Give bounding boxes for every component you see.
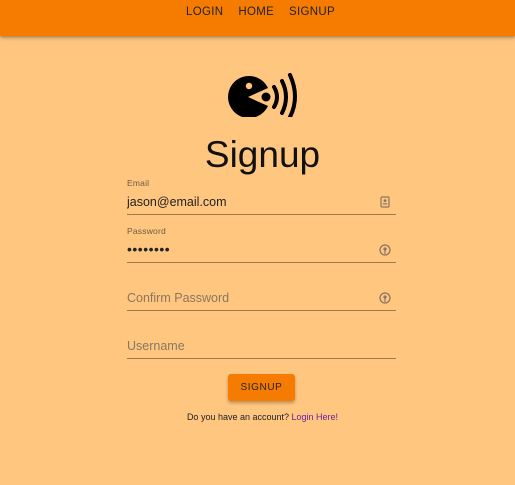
contact-card-icon[interactable]: [379, 196, 391, 208]
top-nav: LOGIN HOME SIGNUP: [186, 6, 335, 18]
login-prompt: Do you have an account? Login Here!: [0, 412, 515, 422]
password-label: Password: [127, 226, 166, 236]
email-field[interactable]: Email: [127, 177, 396, 215]
email-input[interactable]: [127, 194, 372, 210]
sound-wave-3: [288, 73, 297, 117]
page-title: Signup: [204, 134, 321, 175]
login-prompt-text: Do you have an account?: [186, 412, 290, 422]
sound-wave-2: [280, 79, 288, 115]
username-field[interactable]: Username: [127, 321, 396, 359]
top-app-bar: LOGIN HOME SIGNUP: [0, 0, 515, 36]
nav-link-signup[interactable]: SIGNUP: [289, 6, 335, 18]
logo-dot: [261, 92, 271, 102]
password-input[interactable]: [127, 241, 372, 257]
confirm-password-field[interactable]: Confirm Password: [127, 273, 396, 311]
logo-eye: [245, 82, 253, 90]
signup-button[interactable]: SIGNUP: [228, 374, 295, 401]
username-placeholder[interactable]: Username: [127, 338, 372, 354]
login-here-link[interactable]: Login Here!: [292, 412, 339, 422]
key-icon[interactable]: [379, 292, 391, 304]
nav-link-home[interactable]: HOME: [238, 6, 274, 18]
app-logo-icon: [228, 73, 297, 117]
confirm-password-input[interactable]: [127, 290, 372, 306]
key-icon[interactable]: [379, 244, 391, 256]
sound-wave-1: [272, 85, 279, 109]
nav-link-login[interactable]: LOGIN: [186, 6, 223, 18]
email-label: Email: [127, 178, 150, 188]
password-field[interactable]: Password: [127, 225, 396, 263]
